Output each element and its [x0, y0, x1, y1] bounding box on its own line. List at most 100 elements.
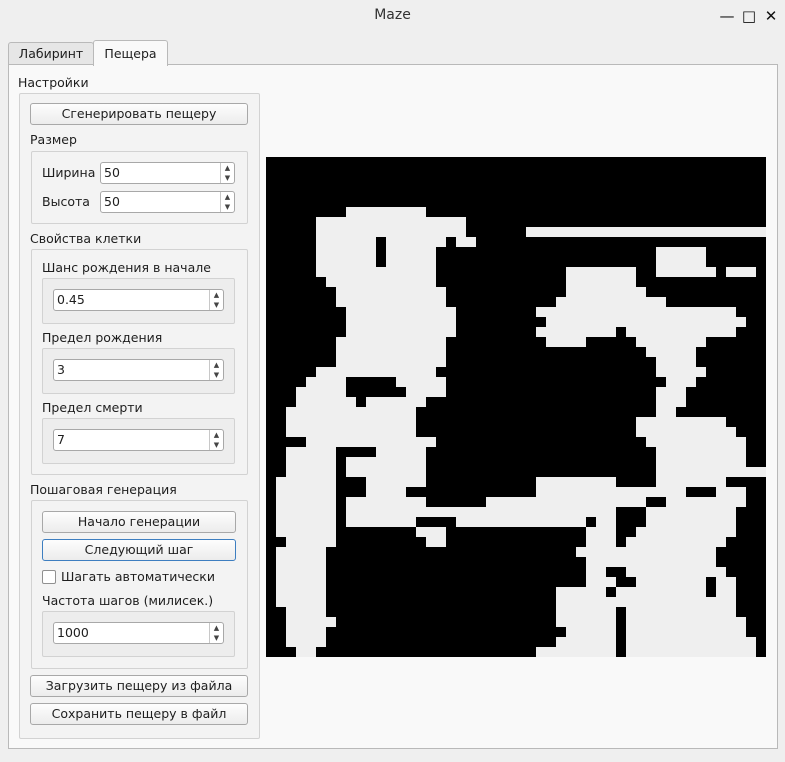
cave-open-cells — [336, 357, 446, 367]
cave-open-cells — [276, 567, 326, 577]
birth-chance-label: Шанс рождения в начале — [42, 260, 211, 275]
chevron-up-icon[interactable]: ▲ — [210, 360, 223, 370]
cave-open-cells — [556, 617, 616, 627]
birth-chance-spinbox[interactable]: ▲ ▼ — [53, 289, 224, 311]
cave-open-cells — [286, 417, 416, 427]
cave-open-cells — [316, 267, 436, 277]
cave-open-cells — [646, 347, 696, 357]
cave-open-cells — [536, 327, 616, 337]
cave-open-cells — [716, 577, 736, 587]
load-cave-button[interactable]: Загрузить пещеру из файла — [30, 675, 248, 697]
generate-cave-button[interactable]: Сгенерировать пещеру — [30, 103, 248, 125]
cave-open-cells — [286, 457, 336, 467]
birth-chance-input[interactable] — [57, 290, 207, 308]
birth-limit-input[interactable] — [57, 360, 207, 378]
cave-open-cells — [566, 277, 636, 287]
cave-open-cells — [296, 397, 356, 407]
size-title: Размер — [30, 132, 77, 147]
cave-open-cells — [626, 627, 726, 637]
minimize-icon[interactable]: — — [718, 7, 736, 25]
window-title: Maze — [374, 7, 411, 23]
birth-limit-stepper[interactable]: ▲ ▼ — [209, 360, 223, 380]
close-icon[interactable]: ✕ — [762, 7, 780, 25]
cave-open-cells — [616, 557, 716, 567]
cave-open-cells — [276, 597, 326, 607]
cave-open-cells — [656, 407, 676, 417]
maximize-icon[interactable]: □ — [740, 7, 758, 25]
cave-open-cells — [286, 427, 416, 437]
chevron-down-icon[interactable]: ▼ — [210, 440, 223, 450]
cave-open-cells — [276, 527, 336, 537]
cave-open-cells — [616, 547, 716, 557]
birth-chance-stepper[interactable]: ▲ ▼ — [209, 290, 223, 310]
cave-open-cells — [456, 517, 486, 527]
save-cave-button[interactable]: Сохранить пещеру в файл — [30, 703, 248, 725]
cave-open-cells — [536, 477, 616, 487]
cave-open-cells — [276, 487, 336, 497]
cave-open-cells — [626, 637, 726, 647]
step-frequency-input[interactable] — [57, 623, 207, 641]
cave-open-cells — [736, 647, 756, 657]
death-limit-stepper[interactable]: ▲ ▼ — [209, 430, 223, 450]
height-stepper[interactable]: ▲ ▼ — [220, 192, 234, 212]
cave-open-cells — [586, 557, 616, 567]
chevron-down-icon[interactable]: ▼ — [210, 633, 223, 643]
cave-open-cells — [346, 517, 416, 527]
cave-open-cells — [416, 527, 446, 537]
cave-open-cells — [276, 577, 326, 587]
auto-step-checkbox[interactable] — [42, 570, 56, 584]
cave-open-cells — [626, 567, 706, 577]
chevron-down-icon[interactable]: ▼ — [221, 202, 234, 212]
cell-properties-title: Свойства клетки — [30, 231, 142, 246]
cave-open-cells — [566, 287, 646, 297]
width-stepper[interactable]: ▲ ▼ — [220, 163, 234, 183]
cave-open-cells — [576, 507, 616, 517]
cave-open-cells — [656, 257, 706, 267]
cave-open-cells — [586, 527, 616, 537]
cave-open-cells — [646, 517, 736, 527]
cave-open-cells — [716, 587, 736, 597]
cave-open-cells — [636, 417, 726, 427]
cave-open-cells — [346, 457, 426, 467]
cave-open-cells — [286, 447, 336, 457]
cave-open-cells — [386, 237, 446, 247]
cave-open-cells — [666, 497, 746, 507]
chevron-down-icon[interactable]: ▼ — [210, 370, 223, 380]
height-input[interactable] — [104, 192, 219, 210]
step-frequency-stepper[interactable]: ▲ ▼ — [209, 623, 223, 643]
chevron-up-icon[interactable]: ▲ — [210, 290, 223, 300]
cave-open-cells — [306, 437, 436, 447]
chevron-up-icon[interactable]: ▲ — [221, 192, 234, 202]
start-generation-button[interactable]: Начало генерации — [42, 511, 236, 533]
cave-open-cells — [286, 607, 326, 617]
cave-open-cells — [656, 467, 766, 477]
cave-open-cells — [646, 437, 746, 447]
height-spinbox[interactable]: ▲ ▼ — [100, 191, 235, 213]
cave-open-cells — [626, 327, 736, 337]
chevron-up-icon[interactable]: ▲ — [210, 623, 223, 633]
chevron-up-icon[interactable]: ▲ — [210, 430, 223, 440]
birth-limit-spinbox[interactable]: ▲ ▼ — [53, 359, 224, 381]
cave-open-cells — [396, 377, 446, 387]
cave-open-cells — [726, 267, 756, 277]
cave-canvas[interactable] — [266, 157, 766, 657]
tab-cave[interactable]: Пещера — [93, 40, 168, 66]
width-input[interactable] — [104, 163, 219, 181]
chevron-down-icon[interactable]: ▼ — [221, 173, 234, 183]
death-limit-spinbox[interactable]: ▲ ▼ — [53, 429, 224, 451]
cave-open-cells — [276, 477, 336, 487]
cave-open-cells — [526, 227, 766, 237]
chevron-down-icon[interactable]: ▼ — [210, 300, 223, 310]
cave-open-cells — [346, 317, 456, 327]
cave-open-cells — [276, 587, 326, 597]
step-frequency-spinbox[interactable]: ▲ ▼ — [53, 622, 224, 644]
cave-open-cells — [616, 597, 716, 607]
tab-maze[interactable]: Лабиринт — [8, 42, 94, 65]
next-step-button[interactable]: Следующий шаг — [42, 539, 236, 561]
chevron-up-icon[interactable]: ▲ — [221, 163, 234, 173]
cave-open-cells — [386, 257, 436, 267]
cave-open-cells — [656, 267, 716, 277]
death-limit-input[interactable] — [57, 430, 207, 448]
width-spinbox[interactable]: ▲ ▼ — [100, 162, 235, 184]
cave-open-cells — [446, 507, 486, 517]
